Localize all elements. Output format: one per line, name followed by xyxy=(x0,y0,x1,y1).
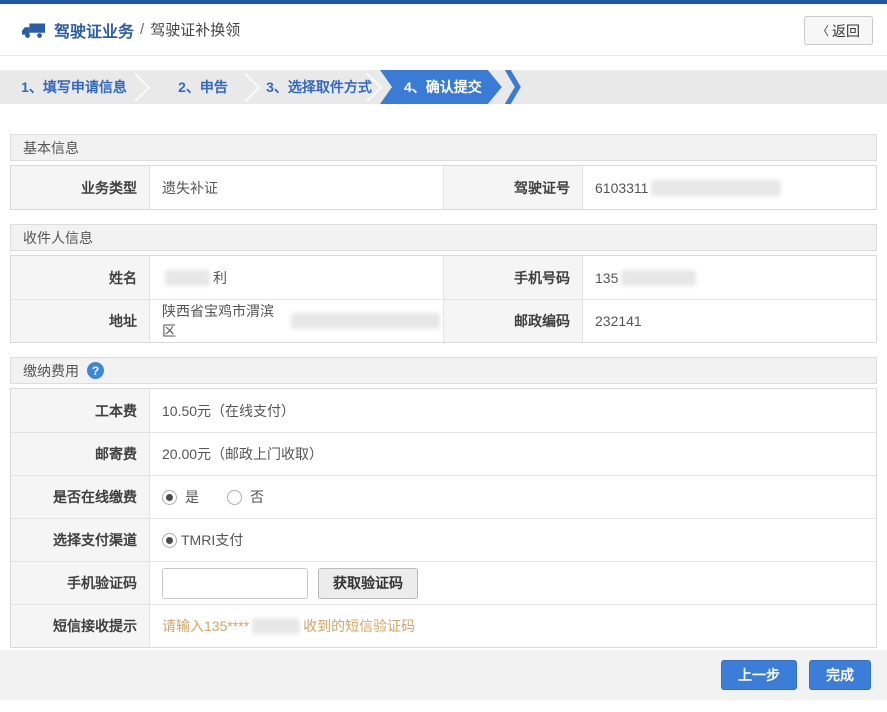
step-tab-1[interactable]: 1、填写申请信息 xyxy=(0,70,148,104)
sms-code-input[interactable] xyxy=(162,568,308,599)
name-value: 利 xyxy=(149,256,443,299)
finish-button[interactable]: 完成 xyxy=(809,660,871,690)
business-type-value: 遗失补证 xyxy=(149,166,443,209)
main-content: 基本信息 业务类型 遗失补证 驾驶证号 6103311 收件人信息 姓名 xyxy=(0,134,887,648)
prev-step-button[interactable]: 上一步 xyxy=(721,660,797,690)
step-label: 4、确认提交 xyxy=(404,77,482,97)
get-sms-code-button[interactable]: 获取验证码 xyxy=(318,568,418,599)
steps-bar: 1、填写申请信息 2、申告 3、选择取件方式 4、确认提交 xyxy=(0,70,887,104)
phone-visible: 135 xyxy=(595,270,618,286)
name-label: 姓名 xyxy=(11,256,149,299)
table-row: 手机验证码 获取验证码 xyxy=(11,561,876,604)
table-row: 业务类型 遗失补证 驾驶证号 6103311 xyxy=(11,166,876,209)
postage-fee-label: 邮寄费 xyxy=(11,433,149,475)
payment-header: 缴纳费用 ? xyxy=(10,357,877,384)
recipient-info-title: 收件人信息 xyxy=(23,228,93,248)
section-basic-info: 基本信息 业务类型 遗失补证 驾驶证号 6103311 xyxy=(10,134,877,210)
step-label: 3、选择取件方式 xyxy=(266,77,372,97)
section-recipient-info: 收件人信息 姓名 利 手机号码 135 地址 陕西省宝鸡市渭滨区 xyxy=(10,224,877,343)
online-pay-yes-label: 是 xyxy=(185,487,199,507)
address-label: 地址 xyxy=(11,300,149,342)
sms-hint-label: 短信接收提示 xyxy=(11,605,149,647)
truck-icon xyxy=(22,21,46,39)
section-payment: 缴纳费用 ? 工本费 10.50元（在线支付） 邮寄费 20.00元（邮政上门收… xyxy=(10,357,877,648)
sms-code-label: 手机验证码 xyxy=(11,562,149,604)
address-visible: 陕西省宝鸡市渭滨区 xyxy=(162,301,288,341)
back-button-label: 返回 xyxy=(832,21,860,41)
redacted-blur xyxy=(651,180,781,196)
redacted-blur xyxy=(252,618,300,634)
step-label: 2、申告 xyxy=(178,77,228,97)
license-number-visible: 6103311 xyxy=(595,180,648,196)
online-pay-yes-radio[interactable] xyxy=(162,490,177,505)
sms-hint-prefix: 请输入135**** xyxy=(162,616,249,636)
help-icon[interactable]: ? xyxy=(87,362,104,379)
sms-hint-text: 请输入135**** 收到的短信验证码 xyxy=(149,605,876,647)
footer-action-bar: 上一步 完成 xyxy=(0,650,887,700)
back-chevron-icon: 〈 xyxy=(817,22,829,39)
table-row: 邮寄费 20.00元（邮政上门收取） xyxy=(11,432,876,475)
step-tab-4-active[interactable]: 4、确认提交 xyxy=(380,70,502,104)
business-type-label: 业务类型 xyxy=(11,166,149,209)
name-visible: 利 xyxy=(213,268,227,288)
sms-code-field: 获取验证码 xyxy=(149,562,876,604)
redacted-blur xyxy=(291,313,440,329)
license-number-value: 6103311 xyxy=(582,166,876,209)
brand-title: 驾驶证业务 xyxy=(54,18,134,42)
step-arrow-tail-icon xyxy=(505,70,521,104)
basic-info-table: 业务类型 遗失补证 驾驶证号 6103311 xyxy=(10,165,877,210)
phone-label: 手机号码 xyxy=(443,256,582,299)
postcode-value: 232141 xyxy=(582,300,876,342)
phone-value: 135 xyxy=(582,256,876,299)
cost-fee-value: 10.50元（在线支付） xyxy=(149,389,876,432)
table-row: 短信接收提示 请输入135**** 收到的短信验证码 xyxy=(11,604,876,647)
basic-info-title: 基本信息 xyxy=(23,138,79,158)
redacted-blur xyxy=(165,270,210,286)
payment-channel-radio[interactable] xyxy=(162,533,177,548)
table-row: 工本费 10.50元（在线支付） xyxy=(11,389,876,432)
table-row: 选择支付渠道 TMRI支付 xyxy=(11,518,876,561)
basic-info-header: 基本信息 xyxy=(10,134,877,161)
payment-channel-option-label: TMRI支付 xyxy=(181,530,243,550)
table-row: 姓名 利 手机号码 135 xyxy=(11,256,876,299)
table-row: 地址 陕西省宝鸡市渭滨区 邮政编码 232141 xyxy=(11,299,876,342)
postcode-label: 邮政编码 xyxy=(443,300,582,342)
online-pay-no-label: 否 xyxy=(250,487,264,507)
redacted-blur xyxy=(621,270,696,286)
back-button[interactable]: 〈 返回 xyxy=(804,16,873,45)
address-value: 陕西省宝鸡市渭滨区 xyxy=(149,300,443,342)
payment-table: 工本费 10.50元（在线支付） 邮寄费 20.00元（邮政上门收取） 是否在线… xyxy=(10,388,877,648)
payment-channel-label: 选择支付渠道 xyxy=(11,519,149,561)
online-pay-no-option: 否 xyxy=(227,487,264,507)
step-label: 1、填写申请信息 xyxy=(21,77,127,97)
online-pay-options: 是 否 xyxy=(149,476,876,518)
breadcrumb-divider: / xyxy=(140,21,144,38)
online-pay-label: 是否在线缴费 xyxy=(11,476,149,518)
table-row: 是否在线缴费 是 否 xyxy=(11,475,876,518)
cost-fee-label: 工本费 xyxy=(11,389,149,432)
postage-fee-value: 20.00元（邮政上门收取） xyxy=(149,433,876,475)
recipient-info-header: 收件人信息 xyxy=(10,224,877,251)
recipient-info-table: 姓名 利 手机号码 135 地址 陕西省宝鸡市渭滨区 邮政编码 23214 xyxy=(10,255,877,343)
license-number-label: 驾驶证号 xyxy=(443,166,582,209)
payment-channel-options: TMRI支付 xyxy=(149,519,876,561)
step-tab-3[interactable]: 3、选择取件方式 xyxy=(258,70,380,104)
payment-channel-option: TMRI支付 xyxy=(162,530,243,550)
page-header: 驾驶证业务 / 驾驶证补换领 〈 返回 xyxy=(0,4,887,56)
payment-title: 缴纳费用 xyxy=(23,361,79,381)
sms-hint-suffix: 收到的短信验证码 xyxy=(303,616,415,636)
step-tab-2[interactable]: 2、申告 xyxy=(148,70,258,104)
page-title: 驾驶证补换领 xyxy=(150,19,240,40)
online-pay-no-radio[interactable] xyxy=(227,490,242,505)
online-pay-yes-option: 是 xyxy=(162,487,199,507)
